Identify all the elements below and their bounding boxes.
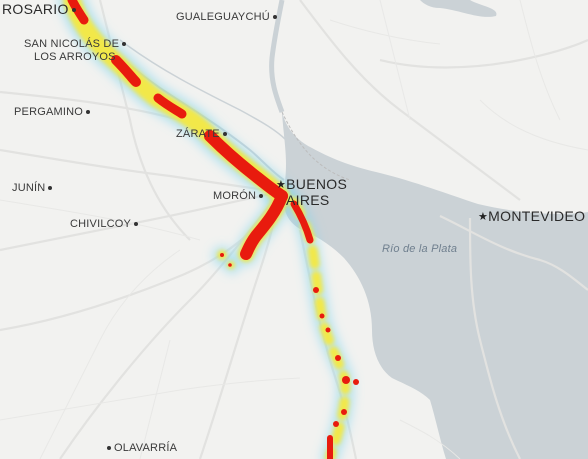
city-dot-icon	[272, 15, 277, 20]
place-chivilcoy[interactable]: CHIVILCOY	[70, 218, 141, 230]
place-gualeguaychu[interactable]: GUALEGUAYCHÚ	[176, 11, 280, 23]
place-chivilcoy-name: CHIVILCOY	[70, 218, 132, 230]
city-dot-icon	[259, 194, 264, 199]
place-pergamino[interactable]: PERGAMINO	[14, 106, 93, 118]
city-dot-icon	[122, 42, 127, 47]
place-pergamino-name: PERGAMINO	[14, 106, 84, 118]
city-dot-icon	[107, 446, 111, 451]
place-rosario-name: ROSARIO	[2, 1, 69, 17]
city-dot-icon	[71, 8, 76, 13]
city-dot-icon	[222, 132, 227, 137]
place-moron-name: MORÓN	[213, 190, 257, 202]
place-montevideo-name: MONTEVIDEO	[488, 208, 586, 224]
capital-star-icon: ★	[276, 179, 287, 191]
place-moron[interactable]: MORÓN	[213, 190, 266, 202]
place-san-nicolas-line2: LOS ARROYOS	[34, 51, 116, 63]
place-rosario[interactable]: ROSARIO	[2, 1, 79, 17]
city-dot-icon	[48, 186, 53, 191]
place-buenos-aires-line2: AIRES	[286, 192, 330, 208]
place-san-nicolas-line1: SAN NICOLÁS DE	[24, 38, 120, 50]
place-olavarria[interactable]: OLAVARRÍA	[104, 442, 177, 454]
place-olavarria-name: OLAVARRÍA	[114, 442, 178, 454]
capital-star-icon: ★	[478, 211, 489, 223]
place-buenos-aires-line1: BUENOS	[286, 176, 348, 192]
city-dot-icon	[134, 222, 139, 227]
place-junin[interactable]: JUNÍN	[12, 182, 55, 194]
map-view[interactable]: ROSARIO GUALEGUAYCHÚ SAN NICOLÁS DE LOS …	[0, 0, 588, 459]
city-dot-icon	[86, 110, 91, 115]
place-gualeguaychu-name: GUALEGUAYCHÚ	[176, 11, 270, 23]
place-montevideo[interactable]: ★MONTEVIDEO	[478, 208, 585, 224]
place-buenos-aires[interactable]: ★BUENOS AIRES	[276, 177, 347, 208]
water-label-rio-de-la-plata-text: Río de la Plata	[382, 243, 458, 255]
place-zarate-name: ZÁRATE	[176, 128, 220, 140]
place-san-nicolas[interactable]: SAN NICOLÁS DE LOS ARROYOS	[24, 38, 129, 64]
place-junin-name: JUNÍN	[12, 182, 46, 194]
place-zarate[interactable]: ZÁRATE	[176, 128, 230, 140]
water-label-rio-de-la-plata: Río de la Plata	[382, 243, 457, 255]
